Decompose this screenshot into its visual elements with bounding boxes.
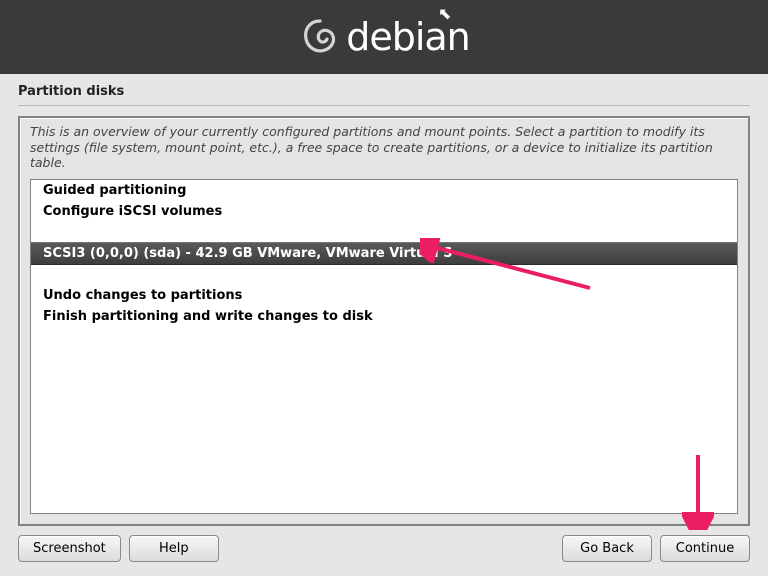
mouse-cursor-icon: ⬉ [438, 4, 451, 23]
continue-button[interactable]: Continue [660, 535, 750, 562]
footer-left-group: Screenshot Help [18, 535, 219, 562]
list-item[interactable]: SCSI3 (0,0,0) (sda) - 42.9 GB VMware, VM… [30, 242, 738, 265]
instructions-text: This is an overview of your currently co… [20, 118, 748, 179]
content-frame: This is an overview of your currently co… [18, 116, 750, 526]
separator [18, 105, 750, 106]
list-item[interactable]: Finish partitioning and write changes to… [31, 306, 737, 327]
list-item[interactable]: Undo changes to partitions [31, 285, 737, 306]
list-item[interactable]: Guided partitioning [31, 180, 737, 201]
list-spacer [31, 222, 737, 242]
list-item[interactable]: Configure iSCSI volumes [31, 201, 737, 222]
goback-button[interactable]: Go Back [562, 535, 652, 562]
help-button[interactable]: Help [129, 535, 219, 562]
page-title: Partition disks [0, 74, 768, 105]
screenshot-button[interactable]: Screenshot [18, 535, 121, 562]
footer-right-group: Go Back Continue [562, 535, 750, 562]
footer-bar: Screenshot Help Go Back Continue [0, 535, 768, 562]
list-spacer [31, 265, 737, 285]
partition-listbox[interactable]: Guided partitioningConfigure iSCSI volum… [30, 179, 738, 514]
debian-swirl-icon [298, 15, 342, 59]
installer-banner: debian ⬉ [0, 0, 768, 74]
